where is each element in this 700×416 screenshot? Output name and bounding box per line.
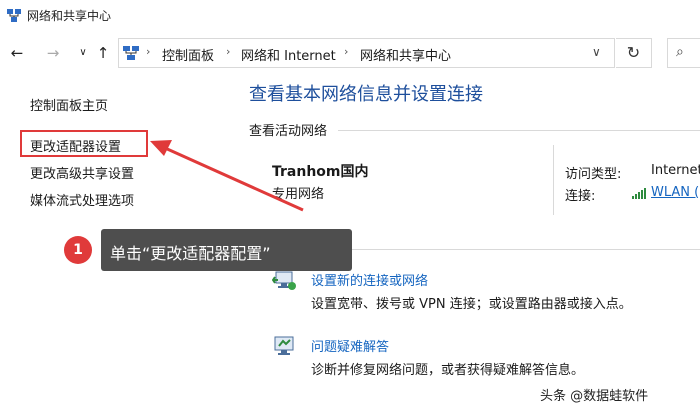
setup-new-connection-link[interactable]: 设置新的连接或网络 [311,270,428,289]
access-type-value: Internet [651,163,700,178]
step-badge: 1 [64,236,92,264]
back-icon[interactable]: ← [8,44,26,62]
forward-icon[interactable]: → [44,44,62,62]
highlight-box [20,130,148,157]
window-title: 网络和共享中心 [27,9,112,23]
setup-new-connection-desc: 设置宽带、拨号或 VPN 连接；或设置路由器或接入点。 [311,297,632,312]
troubleshoot-icon [274,336,294,355]
active-networks-label: 查看活动网络 [249,124,328,139]
breadcrumb-separator: › [226,45,231,58]
left-link-control-panel-home[interactable]: 控制面板主页 [30,95,108,114]
network-name: Tranhom国内 [272,164,369,180]
up-icon[interactable]: ↑ [94,44,112,62]
breadcrumb-control-panel[interactable]: 控制面板 [162,45,214,64]
search-icon: ⌕ [676,44,684,60]
page-title: 查看基本网络信息并设置连接 [249,84,483,105]
breadcrumb-separator: › [146,45,151,58]
wifi-signal-icon [632,188,646,199]
left-link-media-streaming[interactable]: 媒体流式处理选项 [30,190,134,209]
section-divider [338,249,700,250]
access-type-label: 访问类型: [565,167,622,182]
troubleshoot-link[interactable]: 问题疑难解答 [311,336,389,355]
breadcrumb-network-internet[interactable]: 网络和 Internet [241,45,336,64]
troubleshoot-desc: 诊断并修复网络问题，或者获得疑难解答信息。 [311,363,585,378]
recent-locations-icon[interactable]: ∨ [74,44,92,62]
section-divider [338,130,700,131]
address-dropdown-icon[interactable]: ∨ [592,45,601,59]
refresh-button[interactable]: ↻ [616,38,652,68]
network-center-icon [7,9,21,22]
breadcrumb-separator: › [344,45,349,58]
wlan-connection-link[interactable]: WLAN ( [651,185,699,200]
left-link-advanced-sharing[interactable]: 更改高级共享设置 [30,163,134,182]
instruction-text: 单击“更改适配器配置” [110,244,271,263]
breadcrumb-sharing-center[interactable]: 网络和共享中心 [360,45,451,64]
control-panel-icon [123,46,139,60]
vertical-divider [553,145,554,215]
new-connection-icon [272,271,296,290]
watermark: 头条 @数据蛙软件 [540,389,649,404]
connection-label: 连接: [565,189,596,204]
network-type: 专用网络 [272,187,325,202]
